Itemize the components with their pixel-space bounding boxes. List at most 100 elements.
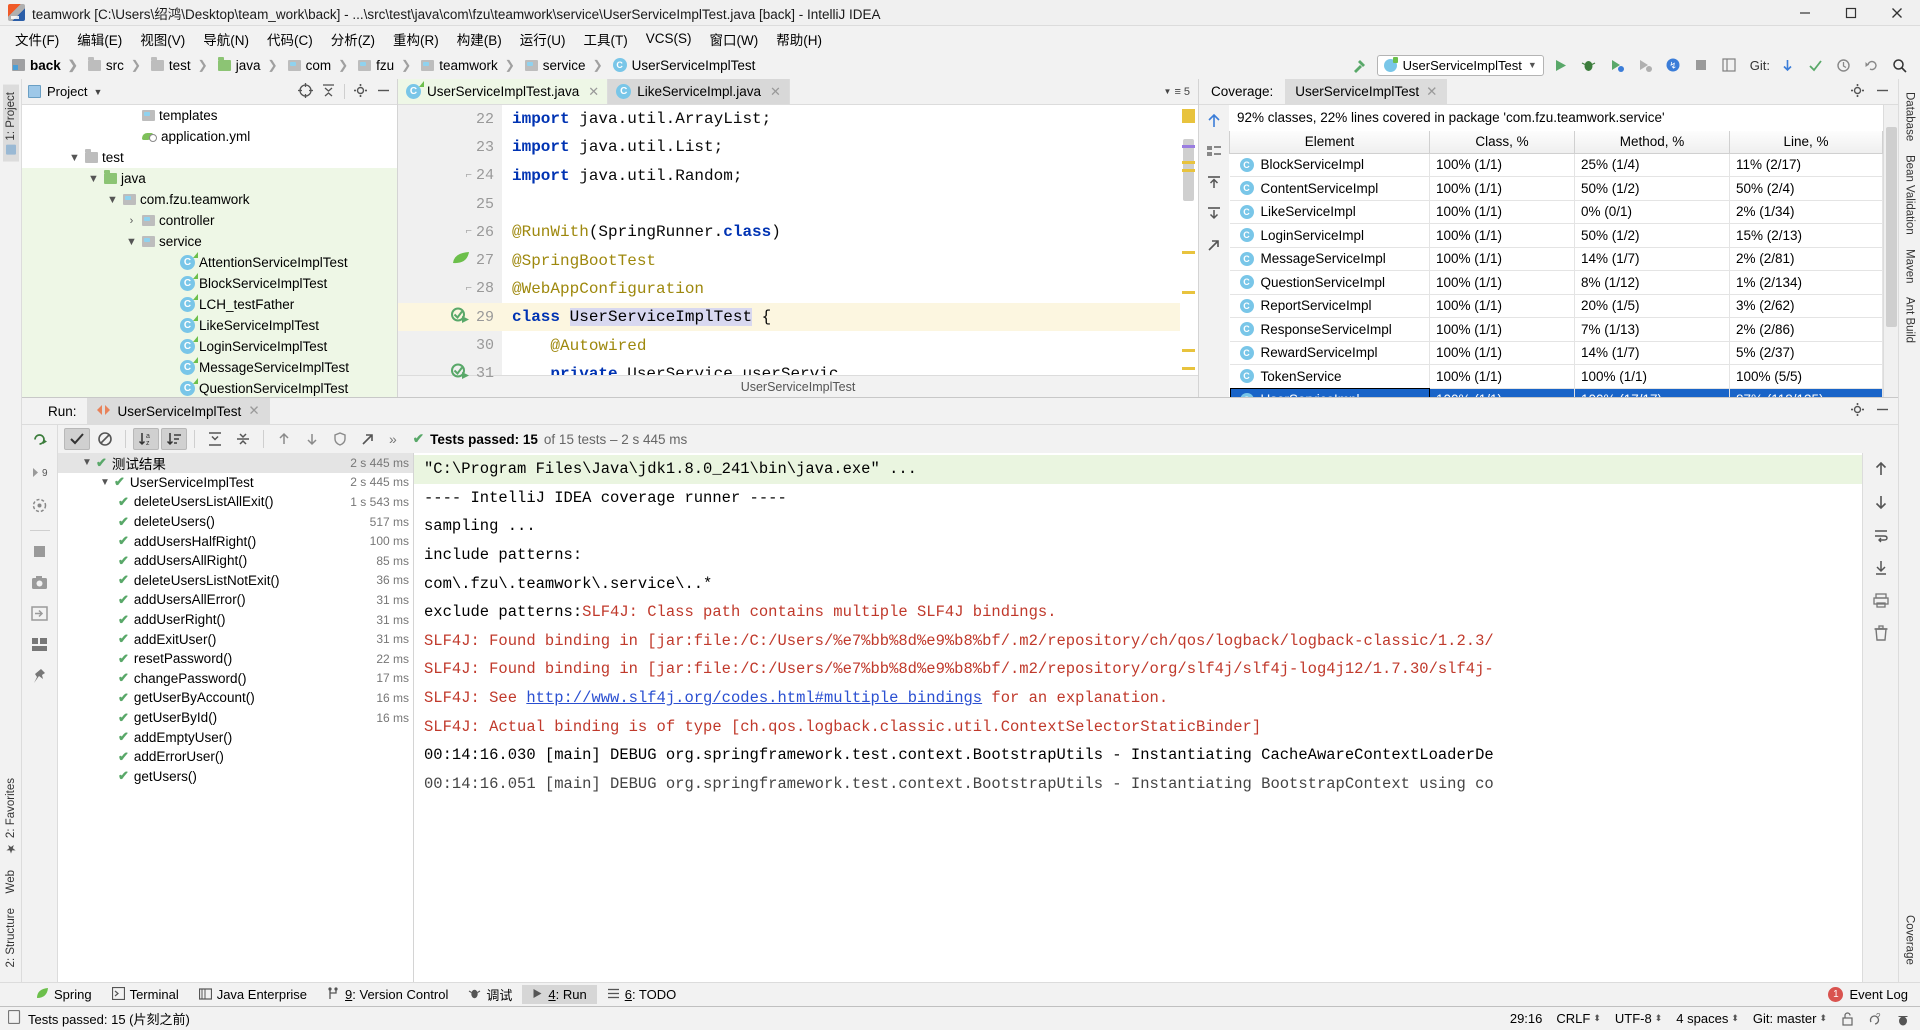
breadcrumb-java[interactable]: java ❯ bbox=[214, 56, 284, 73]
tool-button-structure[interactable]: 2: Structure bbox=[3, 901, 19, 974]
editor-tab-likeserviceimpl[interactable]: C LikeServiceImpl.java ✕ bbox=[608, 79, 790, 104]
menu-item-navigate[interactable]: 导航(N) bbox=[194, 26, 258, 52]
test-tree-item[interactable]: ✔ addEmptyUser() bbox=[58, 727, 413, 747]
test-results-tree[interactable]: ▼ ✔ 测试结果 2 s 445 ms ▼ ✔ UserServiceImplTest 2 s… bbox=[58, 453, 414, 982]
code-fold-icon[interactable]: ⌐ bbox=[465, 226, 472, 238]
menu-item-code[interactable]: 代码(C) bbox=[258, 26, 322, 52]
table-row[interactable]: C TokenService 100% (1/1) 100% (1/1) 100% (5… bbox=[1229, 364, 1883, 389]
code-fold-icon[interactable]: ⌐ bbox=[465, 170, 472, 182]
test-tree-item[interactable]: ✔ addUsersAllRight() 85 ms bbox=[58, 551, 413, 571]
code-line[interactable]: import java.util.Random; bbox=[502, 162, 1180, 190]
tool-window-version-control[interactable]: 9: Version Control bbox=[317, 985, 458, 1005]
export-bottom-icon[interactable] bbox=[1206, 206, 1222, 225]
gutter-line[interactable]: 31 bbox=[398, 360, 502, 388]
test-tree-item[interactable]: ▼ ✔ 测试结果 2 s 445 ms bbox=[58, 453, 413, 473]
hide-panel-icon[interactable] bbox=[1875, 402, 1890, 420]
export-test-results-button[interactable] bbox=[355, 428, 381, 450]
editor-tab-userserviceimpltest[interactable]: C UserServiceImplTest.java ✕ bbox=[398, 79, 609, 104]
breadcrumb-teamwork[interactable]: teamwork ❯ bbox=[417, 58, 521, 73]
test-tree-item[interactable]: ✔ addUsersHalfRight() 100 ms bbox=[58, 531, 413, 551]
background-tasks-icon[interactable]: ? bbox=[1868, 1012, 1882, 1026]
breadcrumb-fzu[interactable]: fzu ❯ bbox=[354, 58, 417, 73]
close-icon[interactable]: ✕ bbox=[1426, 84, 1437, 100]
lock-icon[interactable] bbox=[1841, 1011, 1854, 1026]
project-tree-item[interactable]: C MessageServiceImplTest bbox=[22, 357, 397, 378]
tool-window-run[interactable]: 4: Run bbox=[522, 985, 597, 1004]
project-tree[interactable]: templates application.yml ▼ test ▼ java ▼ com.f… bbox=[22, 105, 397, 397]
chevron-toggle-icon[interactable]: ▼ bbox=[100, 477, 114, 488]
scroll-up-icon[interactable] bbox=[1873, 461, 1889, 480]
gutter-line[interactable]: 22 bbox=[398, 105, 502, 133]
coverage-scrollbar[interactable] bbox=[1883, 105, 1898, 397]
dump-threads-icon[interactable] bbox=[31, 606, 48, 624]
shield-icon[interactable] bbox=[327, 428, 353, 450]
chevron-toggle-icon[interactable]: ▼ bbox=[106, 194, 119, 206]
console-link[interactable]: http://www.slf4j.org/codes.html#multiple… bbox=[526, 689, 982, 707]
sort-alphabetically-button[interactable]: az bbox=[133, 428, 159, 450]
minimize-button[interactable] bbox=[1782, 0, 1828, 26]
tool-button-bean-validation[interactable]: Bean Validation bbox=[1902, 148, 1918, 242]
collapse-all-icon[interactable] bbox=[321, 83, 336, 101]
table-row[interactable]: C BlockServiceImpl 100% (1/1) 25% (1/4) 11% … bbox=[1229, 153, 1883, 177]
code-line[interactable]: class UserServiceImplTest { bbox=[502, 303, 1180, 332]
tool-button-favorites[interactable]: ★ 2: Favorites bbox=[2, 771, 20, 863]
table-row[interactable]: C QuestionServiceImpl 100% (1/1) 8% (1/12) 1… bbox=[1229, 270, 1883, 295]
table-row[interactable]: C ReportServiceImpl 100% (1/1) 20% (1/5) 3% … bbox=[1229, 294, 1883, 318]
test-tree-item[interactable]: ✔ getUsers() bbox=[58, 767, 413, 787]
table-row[interactable]: C LikeServiceImpl 100% (1/1) 0% (0/1) 2% (1/… bbox=[1229, 200, 1883, 224]
project-tree-item[interactable]: application.yml bbox=[22, 126, 397, 147]
code-fold-icon[interactable]: ⌐ bbox=[465, 283, 472, 295]
breadcrumb-back[interactable]: back ❯ bbox=[8, 58, 84, 73]
code-line[interactable]: import java.util.List; bbox=[502, 133, 1180, 161]
sort-by-duration-button[interactable] bbox=[161, 428, 187, 450]
layout-icon[interactable] bbox=[1718, 54, 1740, 76]
stop-icon[interactable] bbox=[1690, 54, 1712, 76]
menu-item-build[interactable]: 构建(B) bbox=[448, 26, 511, 52]
tool-window-spring[interactable]: Spring bbox=[26, 985, 102, 1005]
test-tree-item[interactable]: ▼ ✔ UserServiceImplTest 2 s 445 ms bbox=[58, 473, 413, 493]
gear-icon[interactable] bbox=[353, 83, 368, 101]
project-tree-item[interactable]: C LCH_testFather bbox=[22, 294, 397, 315]
event-log-label[interactable]: Event Log bbox=[1849, 987, 1908, 1002]
gutter-line[interactable]: 30 bbox=[398, 331, 502, 359]
flatten-packages-icon[interactable] bbox=[1206, 144, 1222, 163]
gutter-line[interactable]: 29 bbox=[398, 303, 502, 332]
open-external-icon[interactable] bbox=[1206, 237, 1222, 256]
test-tree-item[interactable]: ✔ addErrorUser() bbox=[58, 747, 413, 767]
editor-tab-overflow[interactable]: ▼ ≡ 5 bbox=[1156, 79, 1198, 104]
next-test-button[interactable] bbox=[299, 428, 325, 450]
project-tree-item[interactable]: ▼ service bbox=[22, 231, 397, 252]
hide-panel-icon[interactable] bbox=[1875, 83, 1890, 101]
project-tree-item[interactable]: C AttentionServiceImplTest bbox=[22, 252, 397, 273]
breadcrumb-test[interactable]: test ❯ bbox=[147, 56, 214, 73]
gutter-line[interactable]: 27 bbox=[398, 246, 502, 274]
test-tree-item[interactable]: ✔ getUserById() 16 ms bbox=[58, 708, 413, 728]
code-line[interactable] bbox=[502, 190, 1180, 218]
chevron-down-icon[interactable]: ▼ bbox=[93, 87, 102, 97]
breadcrumb-class[interactable]: C UserServiceImplTest bbox=[609, 58, 760, 73]
indent-selector[interactable]: 4 spaces ⬍ bbox=[1676, 1011, 1739, 1026]
run-with-coverage-icon[interactable] bbox=[1606, 54, 1628, 76]
chevron-toggle-icon[interactable]: ▼ bbox=[82, 457, 96, 468]
gutter-line[interactable]: 25 bbox=[398, 190, 502, 218]
close-button[interactable] bbox=[1874, 0, 1920, 26]
scroll-down-icon[interactable] bbox=[1873, 494, 1889, 513]
up-arrow-icon[interactable] bbox=[1206, 113, 1222, 132]
build-hammer-icon[interactable] bbox=[1349, 54, 1371, 76]
project-tree-item[interactable]: ▼ com.fzu.teamwork bbox=[22, 189, 397, 210]
toggle-auto-test-icon[interactable] bbox=[31, 497, 48, 517]
code-line[interactable]: import java.util.ArrayList; bbox=[502, 105, 1180, 133]
line-separator-selector[interactable]: CRLF ⬍ bbox=[1556, 1011, 1601, 1026]
console-output[interactable]: "C:\Program Files\Java\jdk1.8.0_241\bin\… bbox=[414, 453, 1862, 982]
run-test-icon[interactable] bbox=[450, 307, 470, 328]
project-tree-item[interactable]: › controller bbox=[22, 210, 397, 231]
scroll-from-source-icon[interactable] bbox=[298, 82, 313, 101]
chevron-toggle-icon[interactable]: ▼ bbox=[125, 236, 138, 248]
hide-panel-icon[interactable] bbox=[376, 83, 391, 101]
pin-icon[interactable] bbox=[32, 668, 47, 688]
project-tree-item[interactable]: C BlockServiceImplTest bbox=[22, 273, 397, 294]
git-commit-icon[interactable] bbox=[1804, 54, 1826, 76]
test-tree-item[interactable]: ✔ changePassword() 17 ms bbox=[58, 669, 413, 689]
gutter-line[interactable]: ⌐ 26 bbox=[398, 218, 502, 246]
code-line[interactable]: @WebAppConfiguration bbox=[502, 275, 1180, 303]
